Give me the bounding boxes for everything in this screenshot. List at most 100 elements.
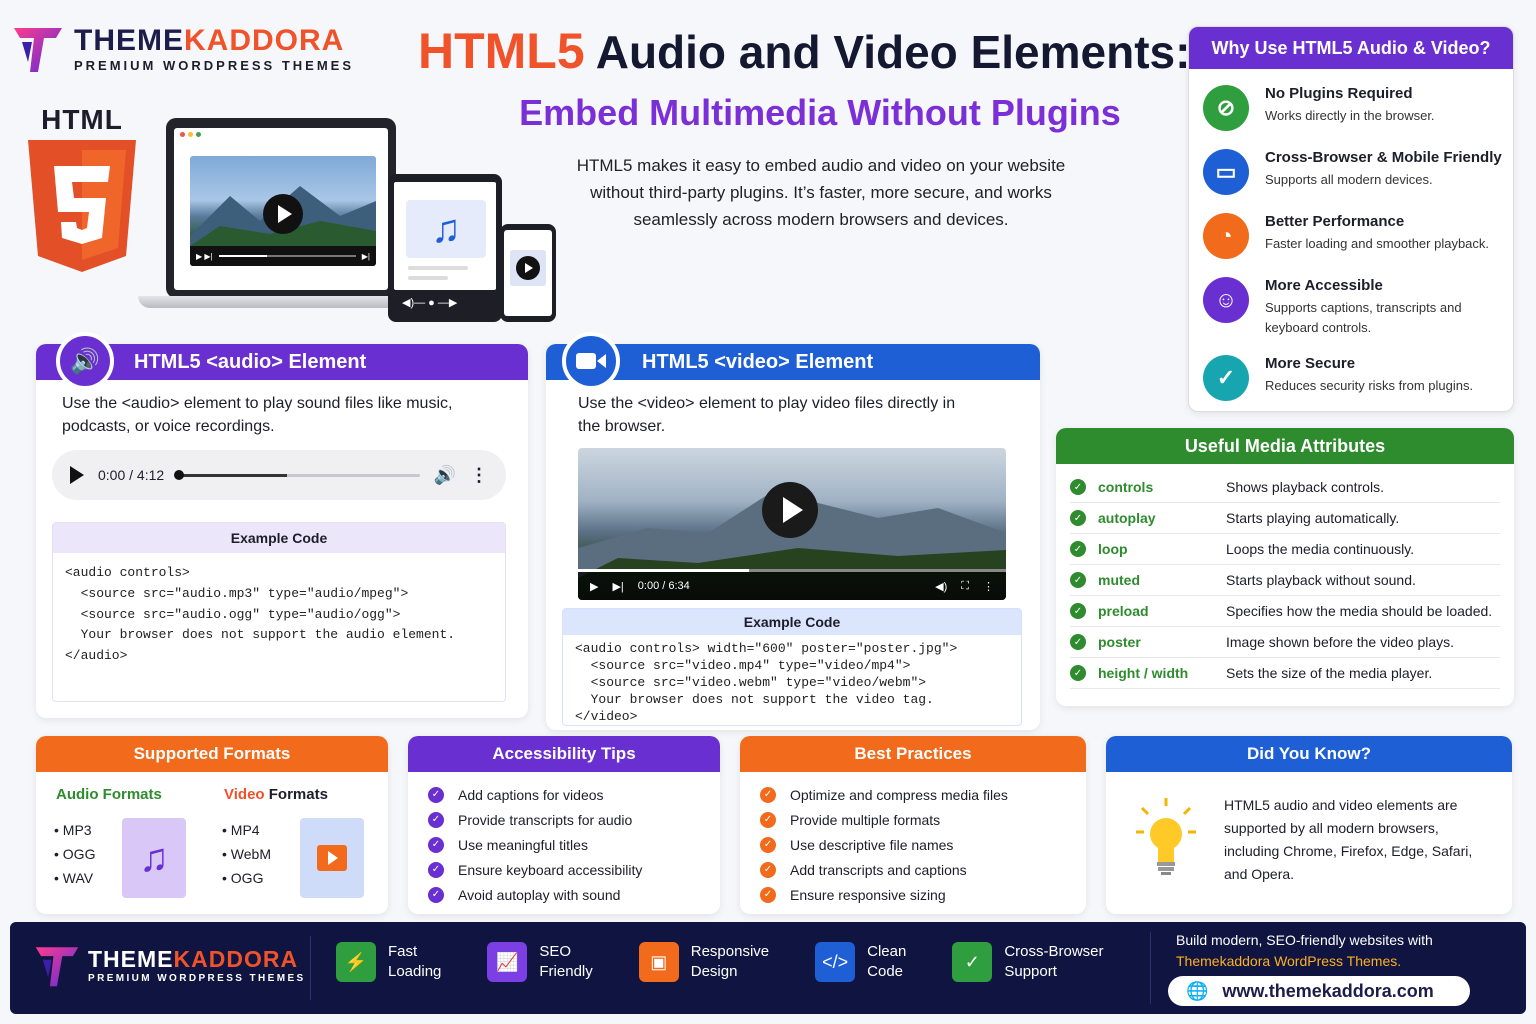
format-item: • MP4	[222, 822, 260, 838]
attribute-name: muted	[1098, 572, 1140, 588]
tip-text: Provide multiple formats	[790, 811, 941, 828]
why-item-text: No Plugins Required Works directly in the…	[1265, 85, 1435, 126]
video-volume-icon[interactable]: ◀)	[935, 580, 947, 593]
video-seek-bar[interactable]	[578, 569, 1006, 572]
devices-illustration: ▶ ▶| ▶| ♫ ◀)— ● —▶	[138, 118, 558, 323]
video-player[interactable]: ▶ ▶| 0:00 / 6:34 ◀) ⛶ ⋮	[578, 448, 1006, 600]
format-name: MP3	[62, 822, 92, 838]
format-item: • WebM	[222, 846, 271, 862]
footer-brand-name: THEMEKADDORA	[88, 946, 299, 972]
format-name: WebM	[230, 846, 271, 862]
phone-device	[500, 224, 556, 322]
footer-brand[interactable]: THEMEKADDORA PREMIUM WORDPRESS THEMES	[34, 942, 306, 988]
video-next-icon[interactable]: ▶|	[612, 580, 623, 593]
video-formats-title: Video Formats	[224, 786, 328, 803]
accessibility-list: ✓ Add captions for videos ✓ Provide transcr…	[408, 772, 720, 907]
video-card: HTML5 <video> Element Use the <video> el…	[546, 344, 1040, 730]
video-play-button[interactable]	[762, 482, 818, 538]
video-controls-bar: ▶ ▶| 0:00 / 6:34 ◀) ⛶ ⋮	[578, 572, 1006, 600]
check-icon: ✓	[428, 836, 444, 853]
footer-url: www.themekaddora.com	[1222, 980, 1434, 1001]
code-line: </audio>	[65, 648, 128, 664]
didyouknow-title: Did You Know?	[1106, 736, 1512, 772]
fullscreen-icon[interactable]: ⛶	[961, 580, 969, 593]
attribute-desc: Image shown before the video plays.	[1226, 634, 1455, 650]
shield-icon: ✓	[952, 942, 993, 983]
no-plugin-icon: ⊘	[1203, 85, 1249, 131]
format-item: • OGG	[54, 846, 96, 862]
video-small-play-icon[interactable]: ▶	[590, 580, 598, 593]
attribute-name: preload	[1098, 603, 1149, 619]
check-icon: ✓	[1070, 541, 1086, 557]
html5-shield-icon	[28, 140, 136, 272]
attribute-desc: Loops the media continuously.	[1226, 541, 1415, 557]
tip-item: ✓ Ensure keyboard accessibility	[428, 857, 720, 882]
format-item: • WAV	[54, 870, 94, 886]
check-icon: ✓	[1070, 510, 1086, 526]
footer-brand-mark-icon	[35, 947, 79, 987]
audio-seek-bar[interactable]	[174, 469, 420, 480]
check-icon: ✓	[1070, 479, 1086, 495]
attribute-row: ✓ loop Loops the media continuously.	[1070, 534, 1500, 565]
responsive-icon: ▣	[638, 942, 679, 983]
attribute-name: poster	[1098, 634, 1141, 650]
audio-more-icon[interactable]: ⋮	[470, 465, 488, 486]
tip-item: ✓ Provide multiple formats	[760, 807, 1086, 832]
globe-icon: 🌐	[1186, 980, 1209, 1001]
code-line: <audio controls>	[65, 565, 190, 580]
format-name: WAV	[62, 870, 94, 886]
audio-player[interactable]: 0:00 / 4:12 🔊 ⋮	[52, 450, 506, 500]
attribute-name: controls	[1098, 479, 1154, 495]
format-item: • MP3	[54, 822, 92, 838]
why-item-desc: Reduces security risks from plugins.	[1265, 378, 1474, 393]
footer-cta-line2: Themekaddora WordPress Themes.	[1176, 953, 1402, 969]
why-item: ✓ More Secure Reduces security risks from …	[1203, 355, 1503, 401]
tip-item: ✓ Optimize and compress media files	[760, 782, 1086, 807]
footer-url-button[interactable]: 🌐 www.themekaddora.com	[1168, 976, 1470, 1006]
audio-formats-list: • MP3 • OGG • WAV	[54, 818, 95, 890]
video-file-icon	[300, 818, 364, 898]
check-icon: ✓	[428, 811, 444, 828]
footer-cta: Build modern, SEO-friendly websites with…	[1176, 930, 1433, 972]
footer-feature-line1: SEO	[539, 943, 572, 960]
code-line: <audio controls> width="600" poster="pos…	[575, 641, 958, 656]
code-line: Your browser does not support the video …	[575, 691, 934, 707]
footer-feature: ▣ Responsive Design	[638, 942, 769, 983]
why-item-title: Cross-Browser & Mobile Friendly	[1265, 149, 1502, 166]
why-item-desc: Supports all modern devices.	[1265, 172, 1433, 187]
footer-cta-line1: Build modern, SEO-friendly websites with	[1176, 932, 1433, 948]
html5-label: HTML	[41, 104, 123, 135]
footer-feature: </> Clean Code	[815, 942, 906, 983]
practices-title: Best Practices	[740, 736, 1086, 772]
audio-play-button[interactable]	[70, 466, 84, 484]
practices-list: ✓ Optimize and compress media files ✓ Provi…	[740, 772, 1086, 907]
footer-feature-line2: Loading	[388, 963, 442, 981]
attribute-desc: Specifies how the media should be loaded…	[1226, 603, 1493, 619]
footer-feature-line2: Support	[1004, 963, 1057, 981]
html5-logo: HTML	[24, 104, 140, 281]
attribute-row: ✓ height / width Sets the size of the medi…	[1070, 658, 1500, 689]
music-note-icon: ♫	[406, 200, 486, 258]
video-code-title: Example Code	[563, 609, 1021, 635]
tablet-device: ♫ ◀)— ● —▶	[388, 174, 502, 322]
attribute-row: ✓ muted Starts playback without sound.	[1070, 565, 1500, 596]
tip-item: ✓ Add captions for videos	[428, 782, 720, 807]
check-icon: ✓	[760, 811, 776, 828]
brand-logo[interactable]: THEMEKADDORA PREMIUM WORDPRESS THEMES	[12, 22, 354, 74]
video-code: <audio controls> width="600" poster="pos…	[563, 635, 1021, 730]
lightning-icon: ⚡	[336, 942, 376, 983]
tip-text: Use descriptive file names	[790, 836, 954, 853]
footer-feature: ⚡ Fast Loading	[336, 942, 441, 983]
format-name: OGG	[230, 870, 264, 886]
devices-icon: ▭	[1203, 149, 1249, 195]
footer-feature-line1: Fast	[388, 943, 418, 960]
video-more-icon[interactable]: ⋮	[983, 580, 994, 593]
tip-text: Provide transcripts for audio	[458, 811, 633, 828]
footer-feature-line2: Friendly	[539, 963, 593, 981]
video-card-title: HTML5 <video> Element	[546, 344, 1040, 380]
tip-text: Optimize and compress media files	[790, 786, 1008, 803]
check-icon: ✓	[760, 786, 776, 803]
didyouknow-text: HTML5 audio and video elements are suppo…	[1224, 797, 1473, 883]
audio-volume-icon[interactable]: 🔊	[434, 465, 456, 486]
footer-feature: ✓ Cross-Browser Support	[952, 942, 1104, 983]
